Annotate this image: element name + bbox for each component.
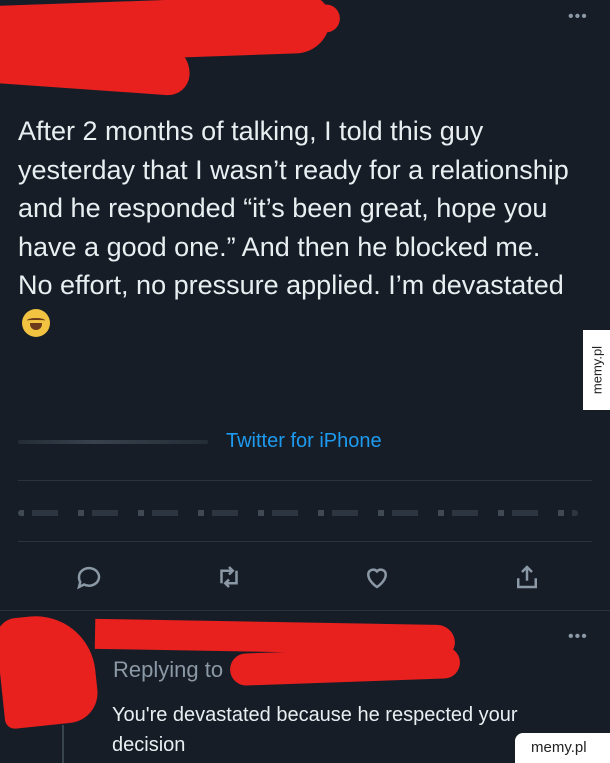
- watermark-bottom-text: memy.pl: [531, 739, 587, 756]
- blurred-timestamp: [18, 440, 208, 444]
- redacted-reply-avatar: [0, 610, 101, 730]
- like-icon[interactable]: [362, 562, 392, 592]
- reply-tweet-text: You're devastated because he respected y…: [112, 704, 518, 756]
- watermark-bottom: memy.pl: [515, 733, 610, 763]
- watermark-side: memy.pl: [583, 330, 610, 410]
- blurred-engagement-stats: [18, 510, 578, 516]
- tweet-text: After 2 months of talking, I told this g…: [18, 116, 569, 300]
- redacted-reply-handle: [229, 645, 461, 687]
- replying-to-label: Replying to: [113, 657, 224, 682]
- divider: [18, 480, 592, 481]
- thread-line: [62, 725, 64, 763]
- tweet-source-link[interactable]: Twitter for iPhone: [226, 430, 382, 453]
- reply-icon[interactable]: [74, 562, 104, 592]
- retweet-icon[interactable]: [214, 562, 244, 592]
- tweet-body: After 2 months of talking, I told this g…: [18, 112, 578, 343]
- loudly-crying-face-icon: [22, 308, 50, 337]
- divider: [18, 541, 592, 542]
- share-icon[interactable]: [512, 562, 542, 592]
- reply-more-options-icon[interactable]: •••: [568, 628, 588, 646]
- tweet-screenshot: ••• After 2 months of talking, I told th…: [0, 0, 610, 763]
- more-options-icon[interactable]: •••: [568, 8, 588, 26]
- divider: [0, 610, 610, 611]
- watermark-side-text: memy.pl: [589, 345, 604, 395]
